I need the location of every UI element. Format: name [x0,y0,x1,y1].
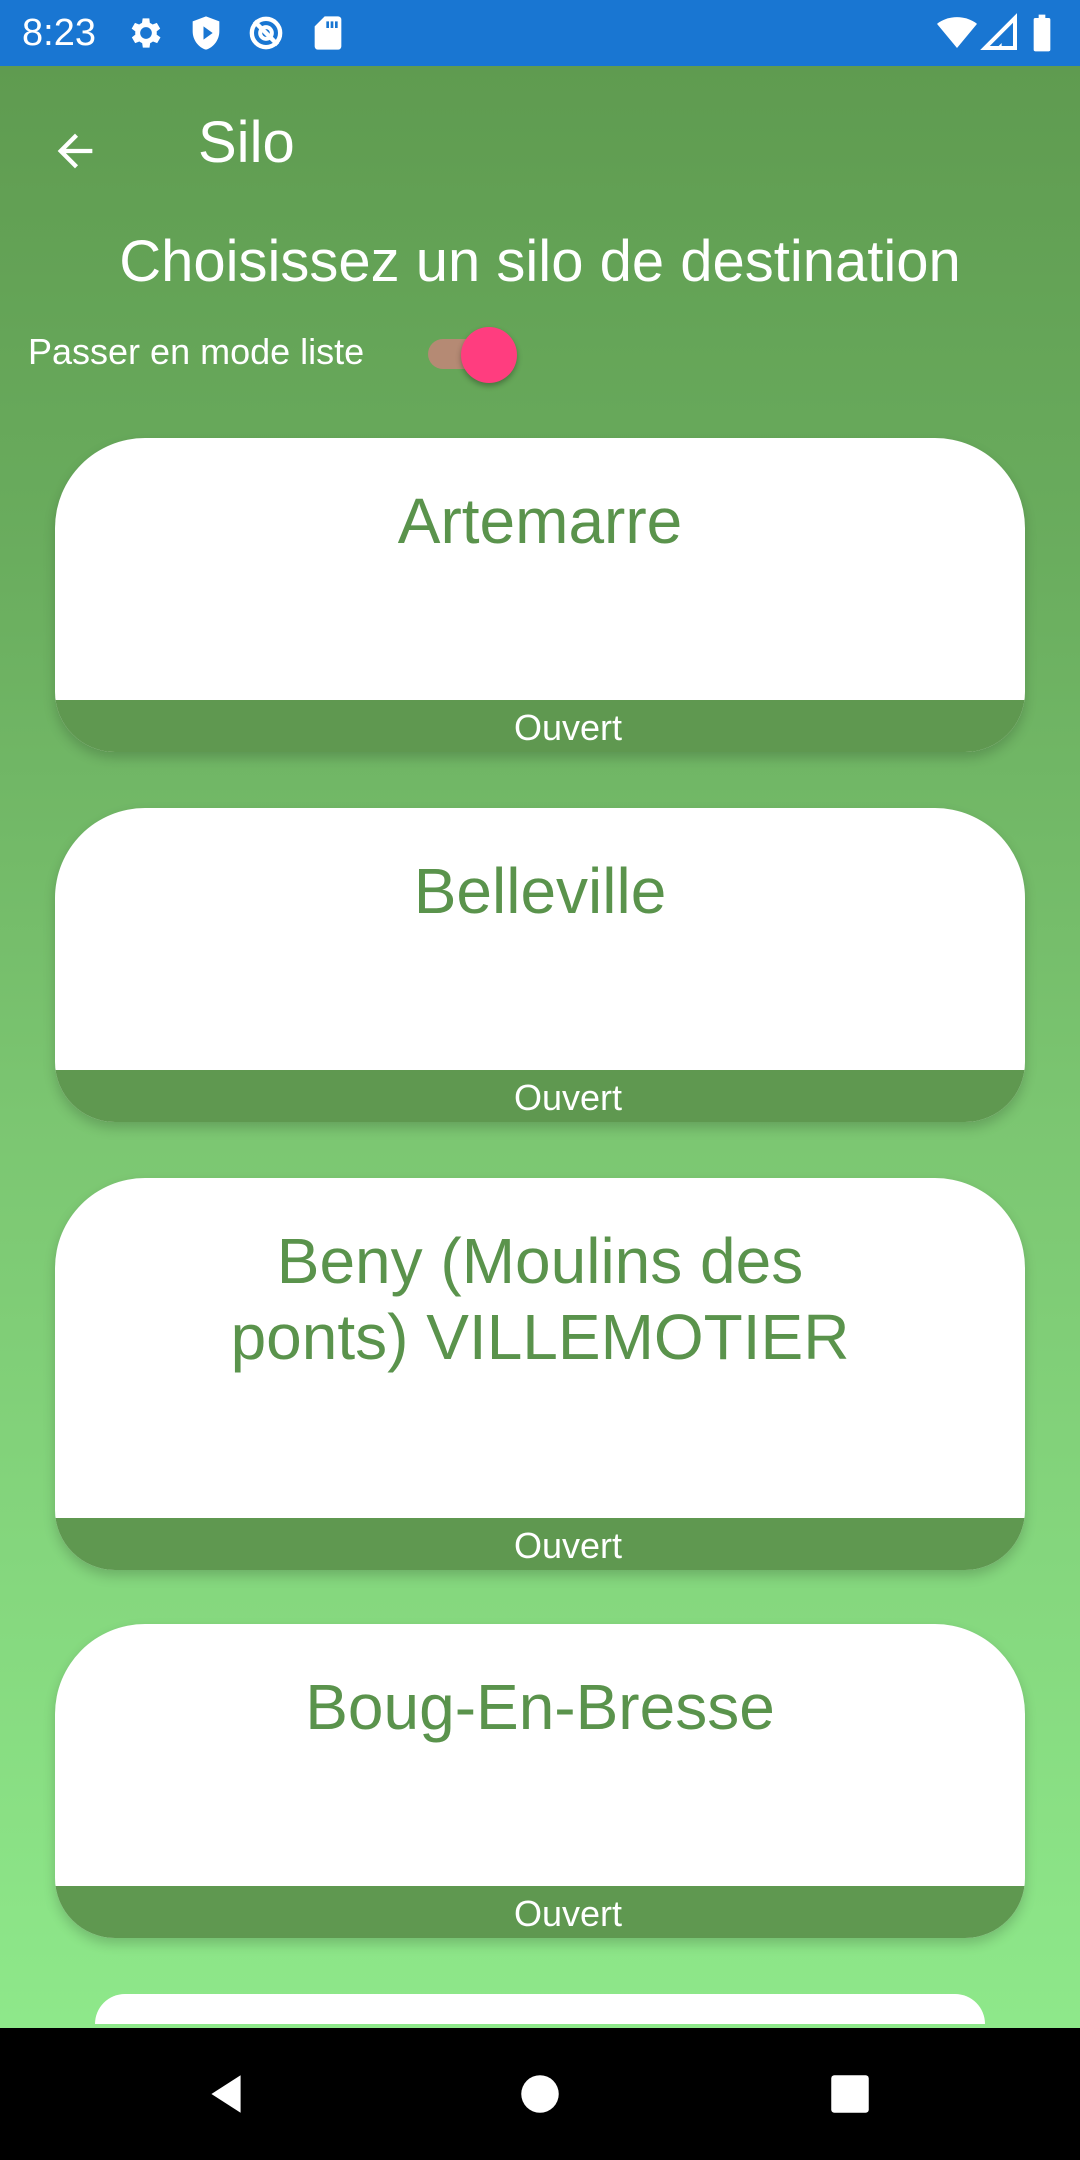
silo-card[interactable]: Belleville Ouvert [55,808,1025,1122]
nav-back-button[interactable] [196,2064,256,2124]
home-circle-icon [521,2075,559,2113]
nav-recents-button[interactable] [820,2064,880,2124]
silo-name: Belleville [413,855,667,927]
silo-name: Artemarre [397,485,683,557]
list-mode-switch[interactable] [426,327,518,383]
silo-status: Ouvert [55,700,1025,752]
arrow-back-icon [57,133,93,169]
silo-status: Ouvert [55,1886,1025,1938]
silo-name: Boug-En-Bresse [305,1671,775,1743]
back-triangle-icon [211,2075,241,2113]
battery-icon [1030,13,1060,53]
back-button[interactable] [36,112,114,190]
shield-icon [186,13,226,53]
silo-status: Ouvert [55,1070,1025,1122]
toolbar: Silo [0,66,1080,226]
status-bar: 8:23 [0,0,1080,66]
sd-card-icon [308,13,348,53]
signal-icon [980,13,1020,53]
switch-thumb[interactable] [461,327,517,383]
recents-square-icon [831,2075,869,2113]
navigation-bar [0,2028,1080,2160]
list-mode-row: Passer en mode liste [28,322,588,383]
silo-card-partial[interactable] [95,1994,985,2024]
silo-card[interactable]: Artemarre Ouvert [55,438,1025,752]
app-content: Artemarre Ouvert Belleville Ouvert Beny … [0,66,1080,2028]
silo-status: Ouvert [55,1518,1025,1570]
silo-card[interactable]: Beny (Moulins des ponts) VILLEMOTIER Ouv… [55,1178,1025,1570]
wifi-icon [934,13,980,53]
gear-icon [126,13,166,53]
silo-card[interactable]: Boug-En-Bresse Ouvert [55,1624,1025,1938]
status-time: 8:23 [22,12,96,54]
nav-home-button[interactable] [510,2064,570,2124]
list-mode-label: Passer en mode liste [28,331,365,372]
page-heading: Choisissez un silo de destination [119,229,961,294]
vpn-icon [246,13,286,53]
page-title: Silo [198,110,295,175]
silo-name: Beny (Moulins des ponts) VILLEMOTIER [230,1225,850,1373]
